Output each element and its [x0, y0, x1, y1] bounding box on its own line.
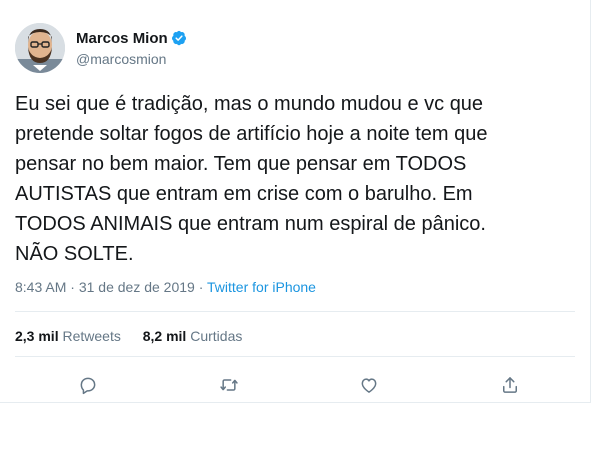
divider	[15, 356, 575, 357]
user-handle[interactable]: @marcosmion	[76, 51, 166, 67]
retweets-count: 2,3 mil	[15, 328, 59, 344]
tweet-text: Eu sei que é tradição, mas o mundo mudou…	[15, 93, 488, 265]
tweet-card: Marcos Mion @marcosmion Eu sei que é tra…	[0, 0, 591, 403]
share-icon	[503, 377, 517, 393]
retweet-button[interactable]	[216, 372, 242, 398]
tweet-time[interactable]: 8:43 AM	[15, 279, 66, 295]
likes-count: 8,2 mil	[142, 328, 187, 344]
tweet-meta: 8:43 AM · 31 de dez de 2019 · Twitter fo…	[15, 279, 316, 295]
like-icon	[361, 378, 377, 393]
share-button[interactable]	[497, 372, 523, 398]
like-button[interactable]	[356, 372, 382, 398]
tweet-source-link[interactable]: Twitter for iPhone	[207, 279, 316, 295]
avatar-image	[15, 23, 65, 73]
divider	[15, 311, 575, 312]
retweets-label: Retweets	[62, 328, 121, 344]
tweet-date[interactable]: 31 de dez de 2019	[79, 279, 195, 295]
reply-icon	[80, 377, 96, 395]
retweets-stat[interactable]: 2,3 mil Retweets	[15, 328, 121, 344]
tweet-stats: 2,3 mil Retweets 8,2 mil Curtidas	[15, 328, 260, 344]
likes-stat[interactable]: 8,2 mil Curtidas	[143, 328, 243, 344]
likes-label: Curtidas	[190, 328, 243, 344]
display-name-text[interactable]: Marcos Mion	[76, 30, 168, 47]
verified-badge-icon	[171, 30, 186, 46]
meta-separator: ·	[70, 279, 75, 295]
reply-button[interactable]	[75, 372, 101, 398]
meta-separator: ·	[198, 279, 204, 295]
display-name[interactable]: Marcos Mion	[76, 30, 187, 47]
tweet-actions	[0, 372, 590, 398]
retweet-icon	[220, 379, 238, 391]
avatar[interactable]	[15, 23, 65, 73]
